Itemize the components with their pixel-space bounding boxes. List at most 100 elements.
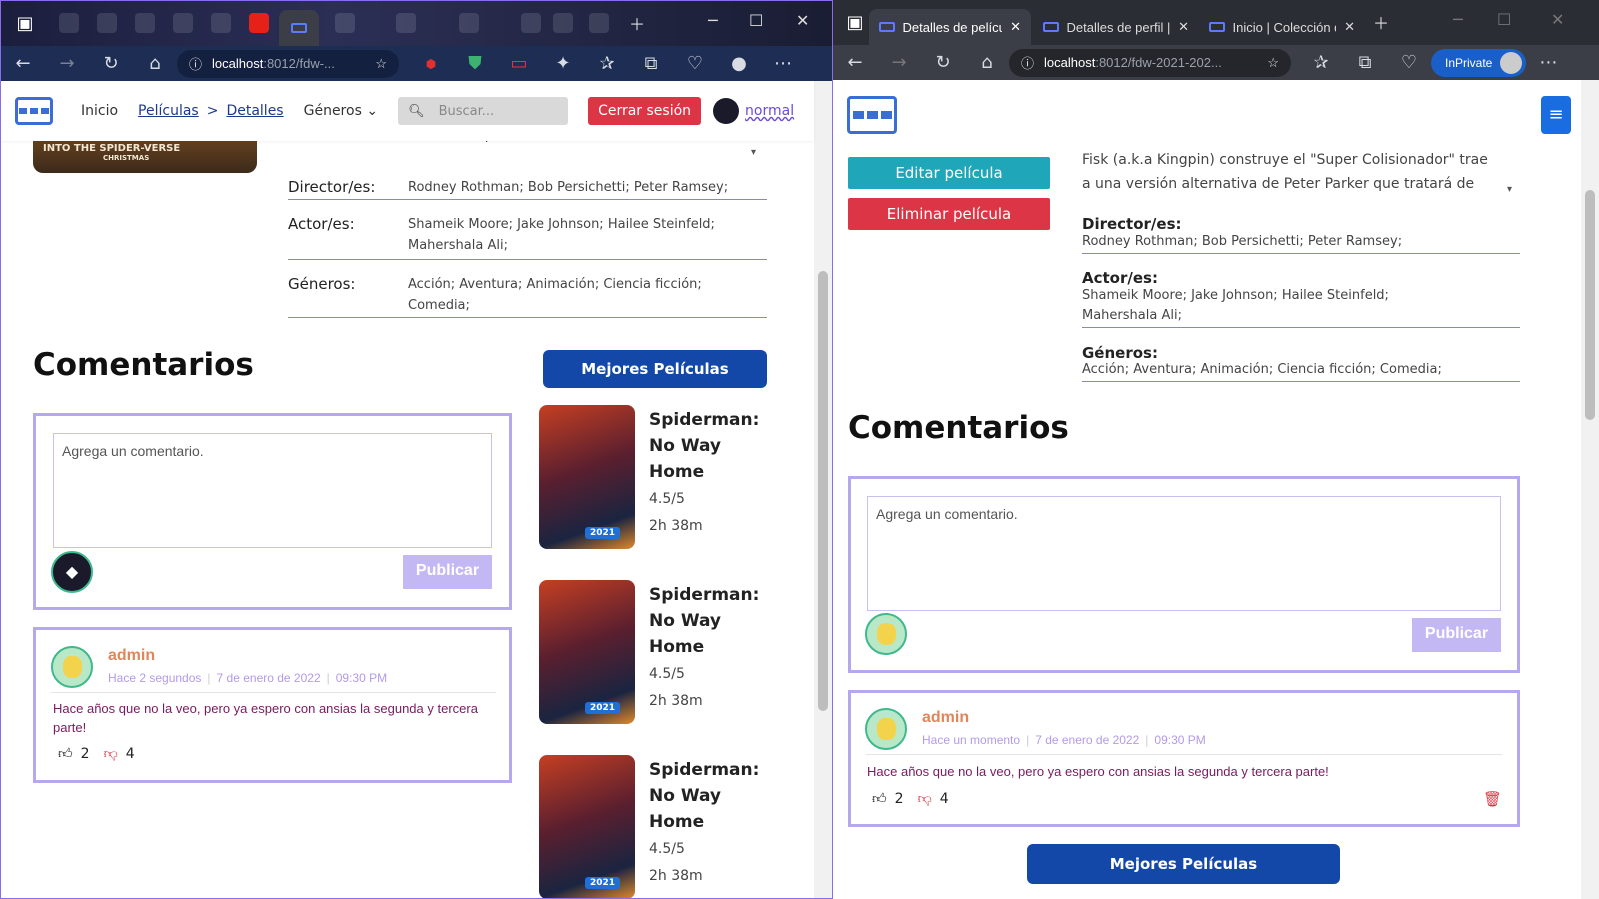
pinned-tab[interactable] xyxy=(589,13,609,33)
pinned-tab[interactable] xyxy=(211,13,231,33)
browser-essentials-icon[interactable]: ♡ xyxy=(673,53,717,74)
home-icon[interactable]: ⌂ xyxy=(133,53,177,74)
poster-year: 2021 xyxy=(585,877,621,889)
collections-icon[interactable]: ⧉ xyxy=(629,53,673,74)
comment-time: 09:30 PM xyxy=(1154,733,1206,747)
publish-button[interactable]: Publicar xyxy=(1412,618,1501,652)
tab-actions-icon[interactable]: ▣ xyxy=(3,13,47,34)
nav-home[interactable]: Inicio xyxy=(81,103,118,119)
cast-icon[interactable]: ▭ xyxy=(497,53,541,74)
forward-icon[interactable]: → xyxy=(877,52,921,73)
refresh-icon[interactable]: ↻ xyxy=(921,52,965,73)
refresh-icon[interactable]: ↻ xyxy=(89,53,133,74)
site-navbar: Inicio Películas > Detalles Géneros ⌄ 🔍︎… xyxy=(1,81,814,141)
new-tab-icon[interactable]: ＋ xyxy=(1373,10,1389,34)
divider xyxy=(288,317,767,318)
more-menu-icon[interactable]: ⋯ xyxy=(1526,52,1570,73)
search-input[interactable]: 🔍︎ Buscar... xyxy=(398,97,569,125)
comment-textarea[interactable]: Agrega un comentario. xyxy=(867,496,1501,611)
pinned-tab[interactable] xyxy=(135,13,155,33)
maximize-icon[interactable]: ☐ xyxy=(749,11,763,30)
comment-username[interactable]: admin xyxy=(922,709,969,727)
new-tab-icon[interactable]: ＋ xyxy=(629,11,645,35)
user-avatar[interactable] xyxy=(713,98,740,124)
commenter-avatar xyxy=(51,646,93,688)
close-window-icon[interactable]: ✕ xyxy=(796,11,809,30)
breadcrumb-movies[interactable]: Películas xyxy=(138,103,199,119)
tab-movie-details[interactable]: Detalles de película ✕ xyxy=(869,9,1031,45)
tab-profile-details[interactable]: Detalles de perfil | C ✕ xyxy=(1033,9,1199,45)
inprivate-badge[interactable]: InPrivate xyxy=(1431,48,1527,77)
pinned-tab[interactable] xyxy=(173,13,193,33)
home-icon[interactable]: ⌂ xyxy=(965,52,1009,73)
pinned-tab[interactable] xyxy=(59,13,79,33)
favorite-add-icon[interactable]: ☆ xyxy=(1267,55,1279,71)
synopsis-scroll-down-icon[interactable]: ▾ xyxy=(1507,184,1512,195)
thumbs-down-icon[interactable]: 👎︎ xyxy=(918,790,932,807)
pinned-tab[interactable] xyxy=(97,13,117,33)
minimize-icon[interactable]: ─ xyxy=(1453,10,1463,29)
pinned-tab[interactable] xyxy=(459,13,479,33)
favorites-icon[interactable]: ✰ xyxy=(585,53,629,74)
favorites-icon[interactable]: ✰ xyxy=(1299,52,1343,73)
pinned-tab[interactable] xyxy=(396,13,416,33)
page-scrollbar[interactable] xyxy=(814,81,832,898)
hamburger-menu-icon[interactable]: ≡ xyxy=(1541,96,1571,134)
delete-comment-icon[interactable]: 🗑︎ xyxy=(1483,790,1502,808)
minimize-icon[interactable]: ─ xyxy=(708,11,718,30)
adblock-icon[interactable]: ⬢ xyxy=(409,57,453,71)
thumbs-down-icon[interactable]: 👎︎ xyxy=(104,745,118,762)
active-tab[interactable] xyxy=(279,10,319,46)
forward-icon[interactable]: → xyxy=(45,53,89,74)
profile-icon[interactable]: ● xyxy=(717,53,761,74)
scrollbar-thumb[interactable] xyxy=(818,271,828,711)
pinned-tab[interactable] xyxy=(335,13,355,33)
best-movie-card[interactable]: 2021 Spiderman: No Way Home 4.5/5 2h 38m xyxy=(539,405,779,555)
best-movies-button[interactable]: Mejores Películas xyxy=(1027,844,1340,884)
edit-movie-button[interactable]: Editar película xyxy=(848,157,1050,189)
close-tab-icon[interactable]: ✕ xyxy=(1178,19,1189,35)
tab-title: Detalles de película xyxy=(902,19,1003,35)
extensions-icon[interactable]: ✦ xyxy=(541,53,585,74)
pinned-tab[interactable] xyxy=(521,13,541,33)
collections-icon[interactable]: ⧉ xyxy=(1343,52,1387,73)
breadcrumb-details[interactable]: Detalles xyxy=(226,103,283,119)
browser-essentials-icon[interactable]: ♡ xyxy=(1387,52,1431,73)
comment-username[interactable]: admin xyxy=(108,647,155,665)
thumbs-up-icon[interactable]: 👍︎ xyxy=(58,745,73,762)
close-tab-icon[interactable]: ✕ xyxy=(1010,19,1021,35)
comment-textarea[interactable]: Agrega un comentario. xyxy=(53,433,492,548)
divider xyxy=(1082,381,1520,382)
tab-home[interactable]: Inicio | Colección d ✕ xyxy=(1199,9,1365,45)
user-role-label: normal xyxy=(745,103,795,119)
shield-icon[interactable]: ⛊ xyxy=(453,53,497,74)
site-logo[interactable] xyxy=(15,97,53,125)
delete-movie-button[interactable]: Eliminar película xyxy=(848,198,1050,230)
maximize-icon[interactable]: ☐ xyxy=(1497,10,1511,29)
close-window-icon[interactable]: ✕ xyxy=(1551,10,1564,29)
favorite-add-icon[interactable]: ☆ xyxy=(375,56,387,72)
pinned-tab[interactable] xyxy=(553,13,573,33)
director-values: Rodney Rothman; Bob Persichetti; Peter R… xyxy=(408,180,729,195)
thumbs-up-icon[interactable]: 👍︎ xyxy=(872,790,887,807)
logout-button[interactable]: Cerrar sesión xyxy=(588,97,702,125)
page-scrollbar[interactable] xyxy=(1581,80,1599,899)
synopsis-scroll-down-icon[interactable]: ▾ xyxy=(751,147,756,158)
back-icon[interactable]: ← xyxy=(1,53,45,74)
more-menu-icon[interactable]: ⋯ xyxy=(761,53,805,74)
best-movie-card[interactable]: 2021 Spiderman: No Way Home 4.5/5 2h 38m xyxy=(539,755,779,898)
publish-button[interactable]: Publicar xyxy=(403,555,492,589)
scrollbar-thumb[interactable] xyxy=(1585,190,1595,420)
address-bar[interactable]: ⓘ localhost:8012/fdw-2021-202... ☆ xyxy=(1009,48,1291,77)
best-movie-card[interactable]: 2021 Spiderman: No Way Home 4.5/5 2h 38m xyxy=(539,580,779,730)
divider xyxy=(288,259,767,260)
nav-genres-dropdown[interactable]: Géneros ⌄ xyxy=(304,103,378,119)
best-movies-button[interactable]: Mejores Películas xyxy=(543,350,767,388)
address-bar[interactable]: ⓘ localhost:8012/fdw-... ☆ xyxy=(177,49,399,78)
close-tab-icon[interactable]: ✕ xyxy=(1344,19,1355,35)
commenter-avatar xyxy=(865,708,907,750)
back-icon[interactable]: ← xyxy=(833,52,877,73)
breadcrumb-separator: > xyxy=(206,103,219,119)
site-logo[interactable] xyxy=(847,96,897,134)
youtube-tab-icon[interactable] xyxy=(249,13,269,33)
